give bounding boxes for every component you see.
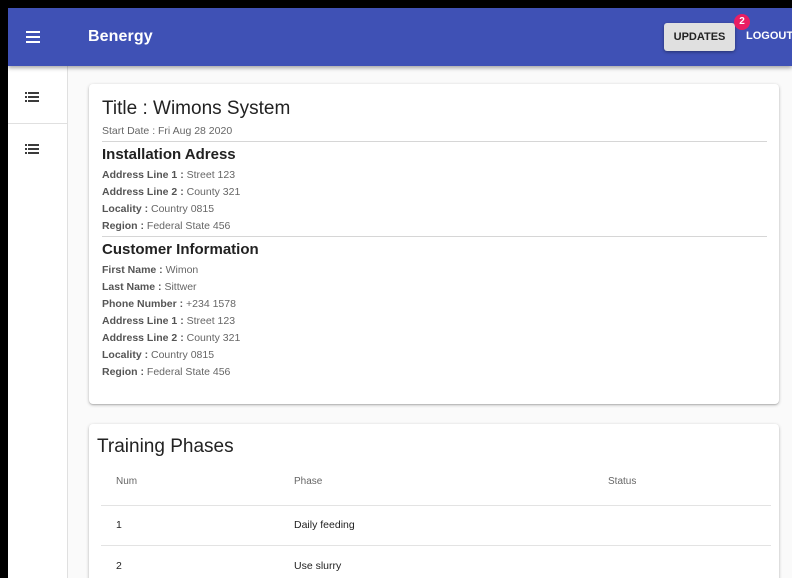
customer-field: Phone Number : +234 1578	[102, 298, 236, 310]
list-icon	[25, 92, 39, 102]
sidebar	[8, 66, 68, 578]
row-divider	[101, 545, 771, 546]
updates-button[interactable]: UPDATES	[664, 23, 735, 51]
installation-field: Region : Federal State 456	[102, 220, 231, 232]
sidebar-item-list-1[interactable]	[8, 72, 68, 124]
column-header-phase: Phase	[294, 476, 323, 487]
updates-count-badge: 2	[734, 14, 750, 30]
row-1-phase: Daily feeding	[294, 519, 355, 531]
system-details-card: Title : Wimons System Start Date : Fri A…	[89, 84, 779, 404]
customer-field: Address Line 1 : Street 123	[102, 315, 236, 327]
customer-field: Address Line 2 : County 321	[102, 332, 241, 344]
customer-heading: Customer Information	[102, 241, 259, 258]
column-header-num: Num	[116, 476, 138, 487]
list-icon	[25, 144, 39, 154]
logout-button[interactable]: LOGOUT	[746, 30, 792, 42]
installation-field: Locality : Country 0815	[102, 203, 215, 215]
column-header-status: Status	[608, 476, 637, 487]
customer-field: First Name : Wimon	[102, 264, 199, 276]
system-title: Title : Wimons System	[102, 98, 291, 119]
sidebar-item-list-2[interactable]	[8, 126, 68, 176]
customer-field: Last Name : Sittwer	[102, 281, 197, 293]
row-2-num: 2	[116, 560, 122, 572]
installation-field: Address Line 2 : County 321	[102, 186, 241, 198]
installation-heading: Installation Adress	[102, 146, 236, 163]
app-title: Benergy	[88, 28, 153, 45]
app-frame: Benergy UPDATES 2 LOGOUT Title : Wimons …	[8, 8, 792, 578]
row-1-num: 1	[116, 519, 122, 531]
start-date: Start Date : Fri Aug 28 2020	[102, 125, 233, 137]
training-phases-card: Training Phases Num Phase Status 1 Daily…	[89, 424, 779, 578]
customer-field: Locality : Country 0815	[102, 349, 215, 361]
row-2-phase: Use slurry	[294, 560, 342, 572]
divider	[102, 236, 767, 237]
divider	[102, 141, 767, 142]
app-bar: Benergy UPDATES 2 LOGOUT	[8, 8, 792, 66]
hamburger-menu-icon[interactable]	[22, 25, 46, 49]
customer-field: Region : Federal State 456	[102, 366, 231, 378]
row-divider	[101, 505, 771, 506]
training-phases-title: Training Phases	[97, 436, 234, 457]
installation-field: Address Line 1 : Street 123	[102, 169, 236, 181]
